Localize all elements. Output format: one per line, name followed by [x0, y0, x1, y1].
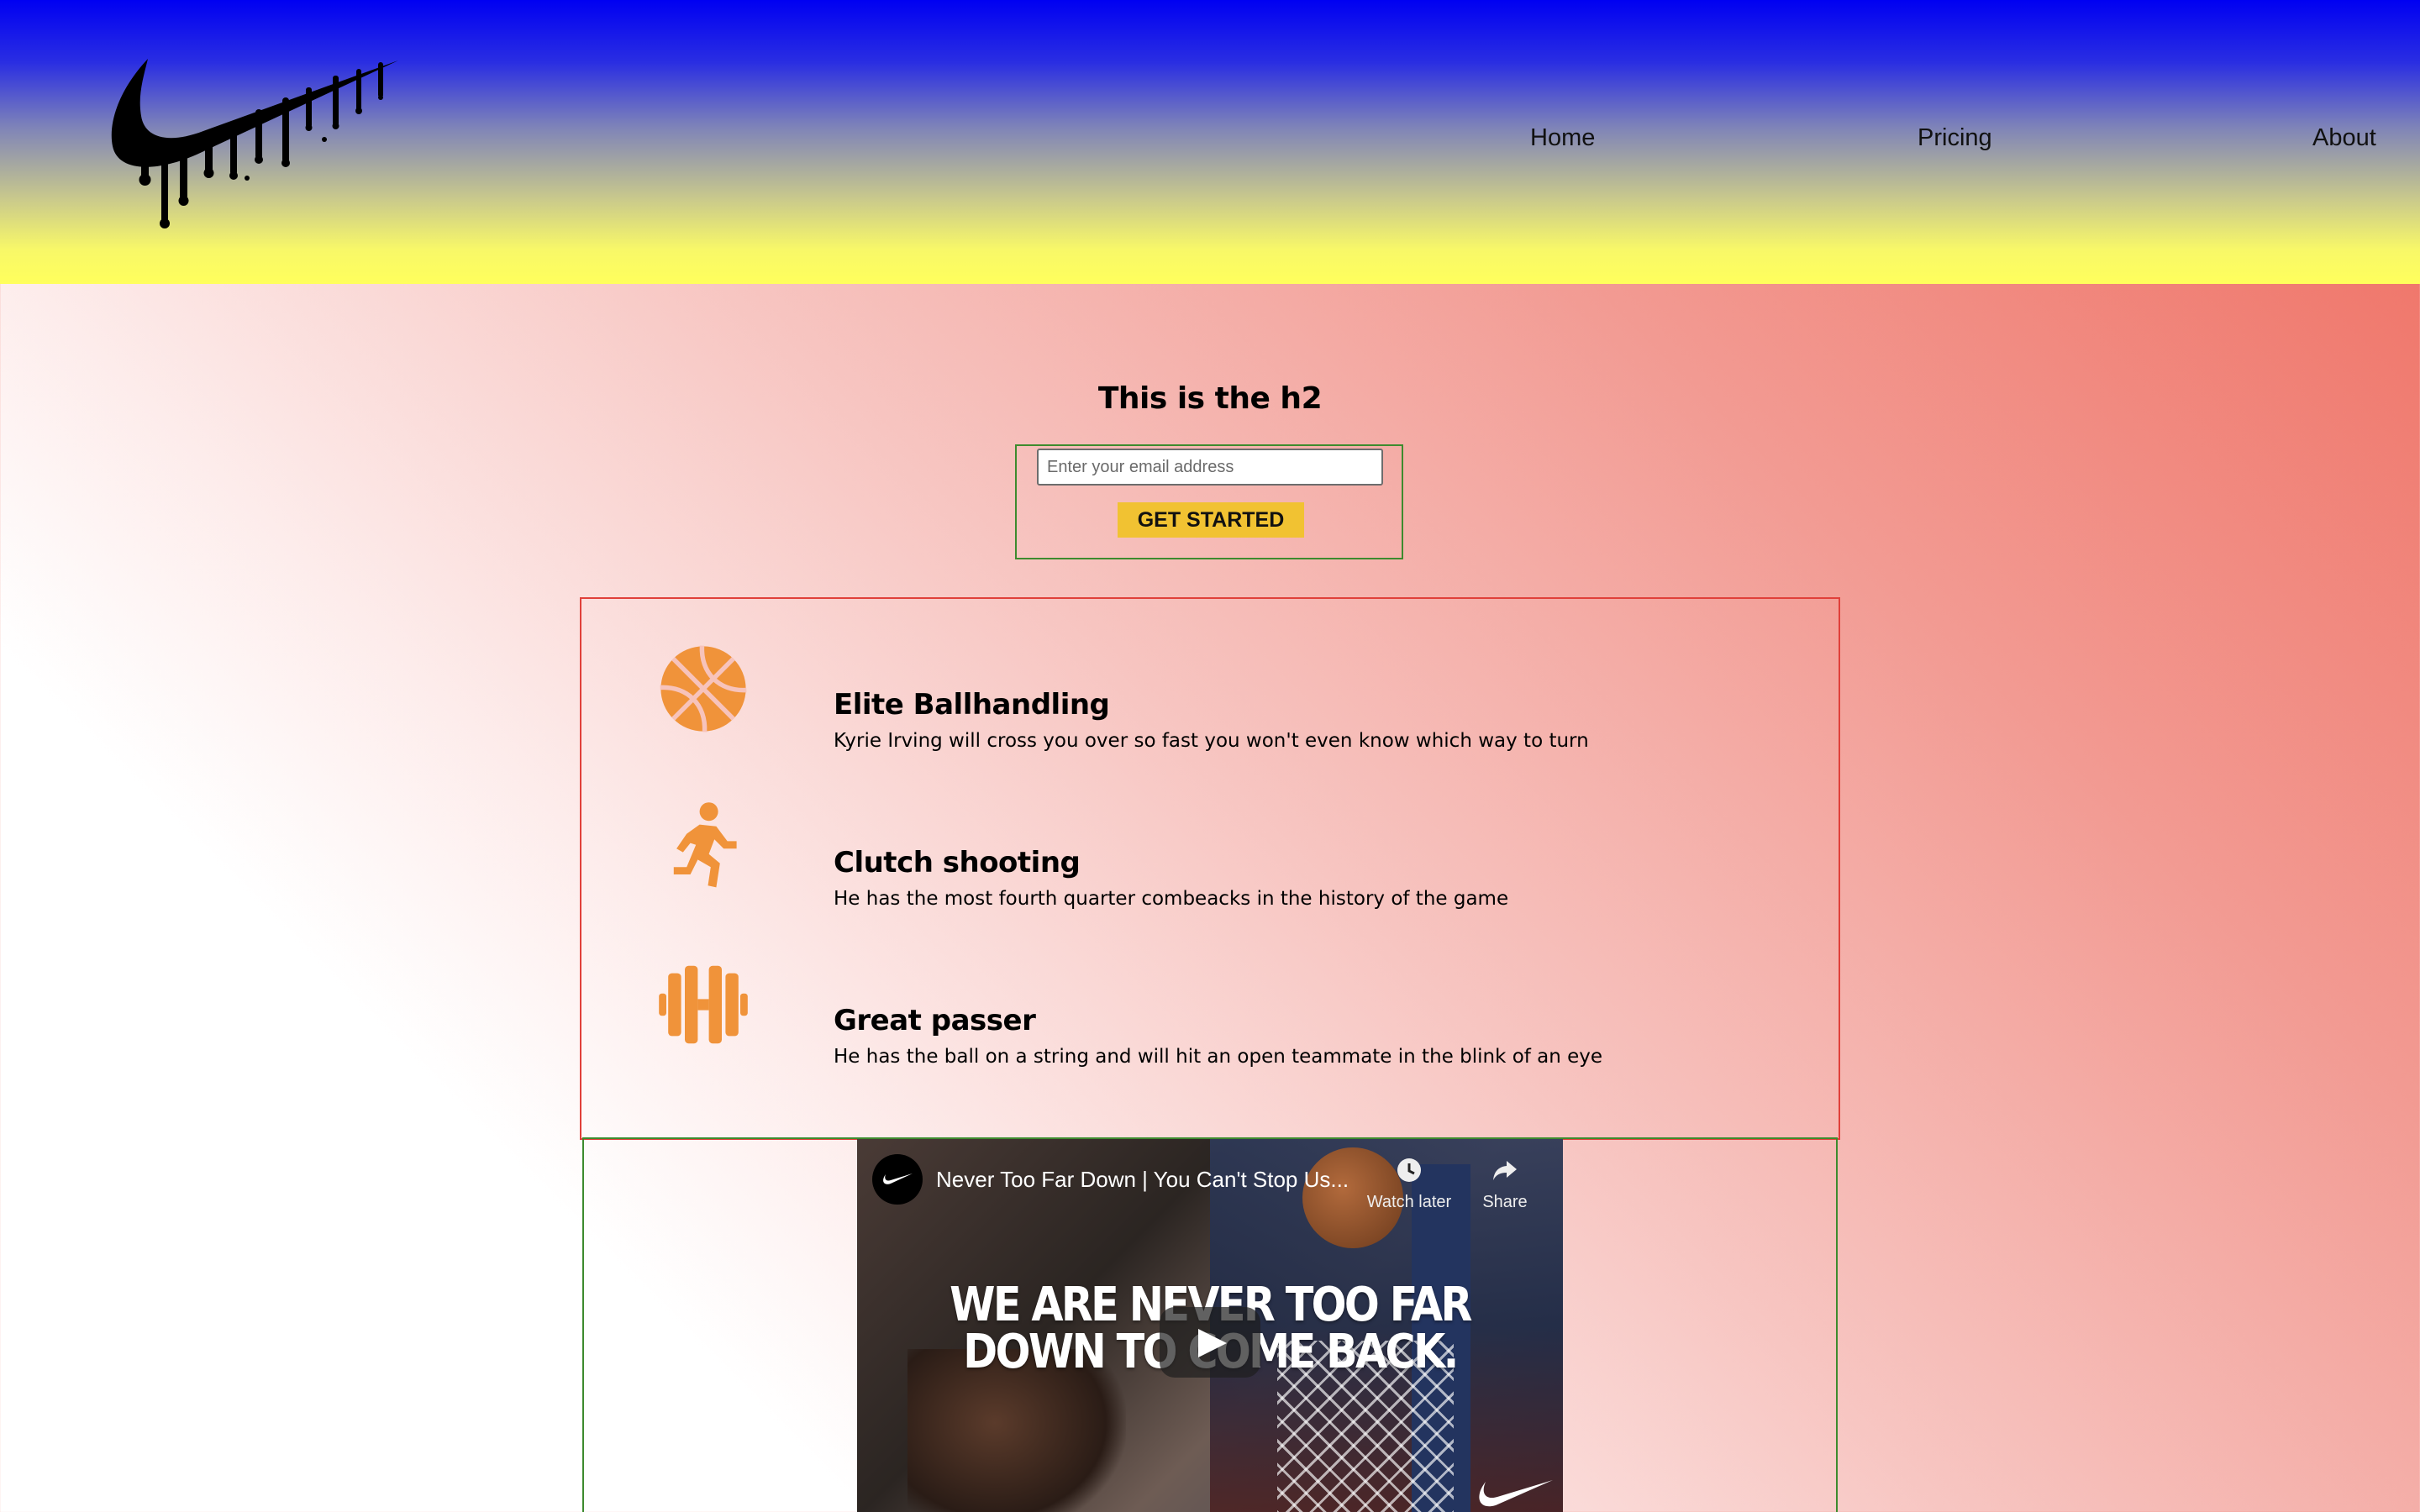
- hero-title: This is the h2: [1097, 381, 1323, 416]
- clock-icon: [1397, 1158, 1421, 1182]
- nike-swoosh-icon: [883, 1173, 913, 1184]
- video-section: Never Too Far Down | You Can't Stop Us..…: [582, 1137, 1838, 1512]
- running-person-icon: [673, 802, 737, 888]
- nav-link-pricing[interactable]: Pricing: [1918, 124, 1992, 152]
- share-icon: [1493, 1161, 1517, 1180]
- feature-description: He has the most fourth quarter combeacks…: [834, 888, 1509, 910]
- play-button[interactable]: [1160, 1307, 1260, 1378]
- feature-item: Great passer He has the ball on a string…: [581, 958, 1839, 1068]
- nav-link-about[interactable]: About: [2312, 124, 2376, 152]
- share-button[interactable]: Share: [1459, 1158, 1551, 1212]
- signup-form: GET STARTED: [1015, 444, 1403, 559]
- basketball-icon: [660, 645, 747, 732]
- email-input[interactable]: [1037, 449, 1383, 486]
- features-section: Elite Ballhandling Kyrie Irving will cro…: [580, 597, 1840, 1140]
- channel-avatar[interactable]: [872, 1154, 923, 1205]
- nike-swoosh-watermark-icon: [1479, 1480, 1553, 1507]
- site-header: Home Pricing About: [0, 0, 2420, 284]
- feature-description: Kyrie Irving will cross you over so fast…: [834, 730, 1589, 752]
- feature-title: Clutch shooting: [834, 846, 1081, 879]
- nike-swoosh-logo[interactable]: [104, 54, 407, 234]
- watch-later-button[interactable]: Watch later: [1363, 1158, 1455, 1212]
- youtube-video-embed[interactable]: Never Too Far Down | You Can't Stop Us..…: [857, 1139, 1563, 1512]
- watch-later-label: Watch later: [1366, 1193, 1452, 1211]
- get-started-button[interactable]: GET STARTED: [1118, 502, 1304, 538]
- feature-item: Clutch shooting He has the most fourth q…: [581, 801, 1839, 910]
- feature-description: He has the ball on a string and will hit…: [834, 1046, 1603, 1068]
- video-title[interactable]: Never Too Far Down | You Can't Stop Us..…: [936, 1167, 1349, 1193]
- nav-link-home[interactable]: Home: [1530, 124, 1595, 152]
- share-label: Share: [1482, 1193, 1528, 1211]
- feature-title: Elite Ballhandling: [834, 688, 1110, 722]
- dumbbell-icon: [659, 965, 748, 1044]
- feature-title: Great passer: [834, 1004, 1036, 1037]
- feature-item: Elite Ballhandling Kyrie Irving will cro…: [581, 643, 1839, 752]
